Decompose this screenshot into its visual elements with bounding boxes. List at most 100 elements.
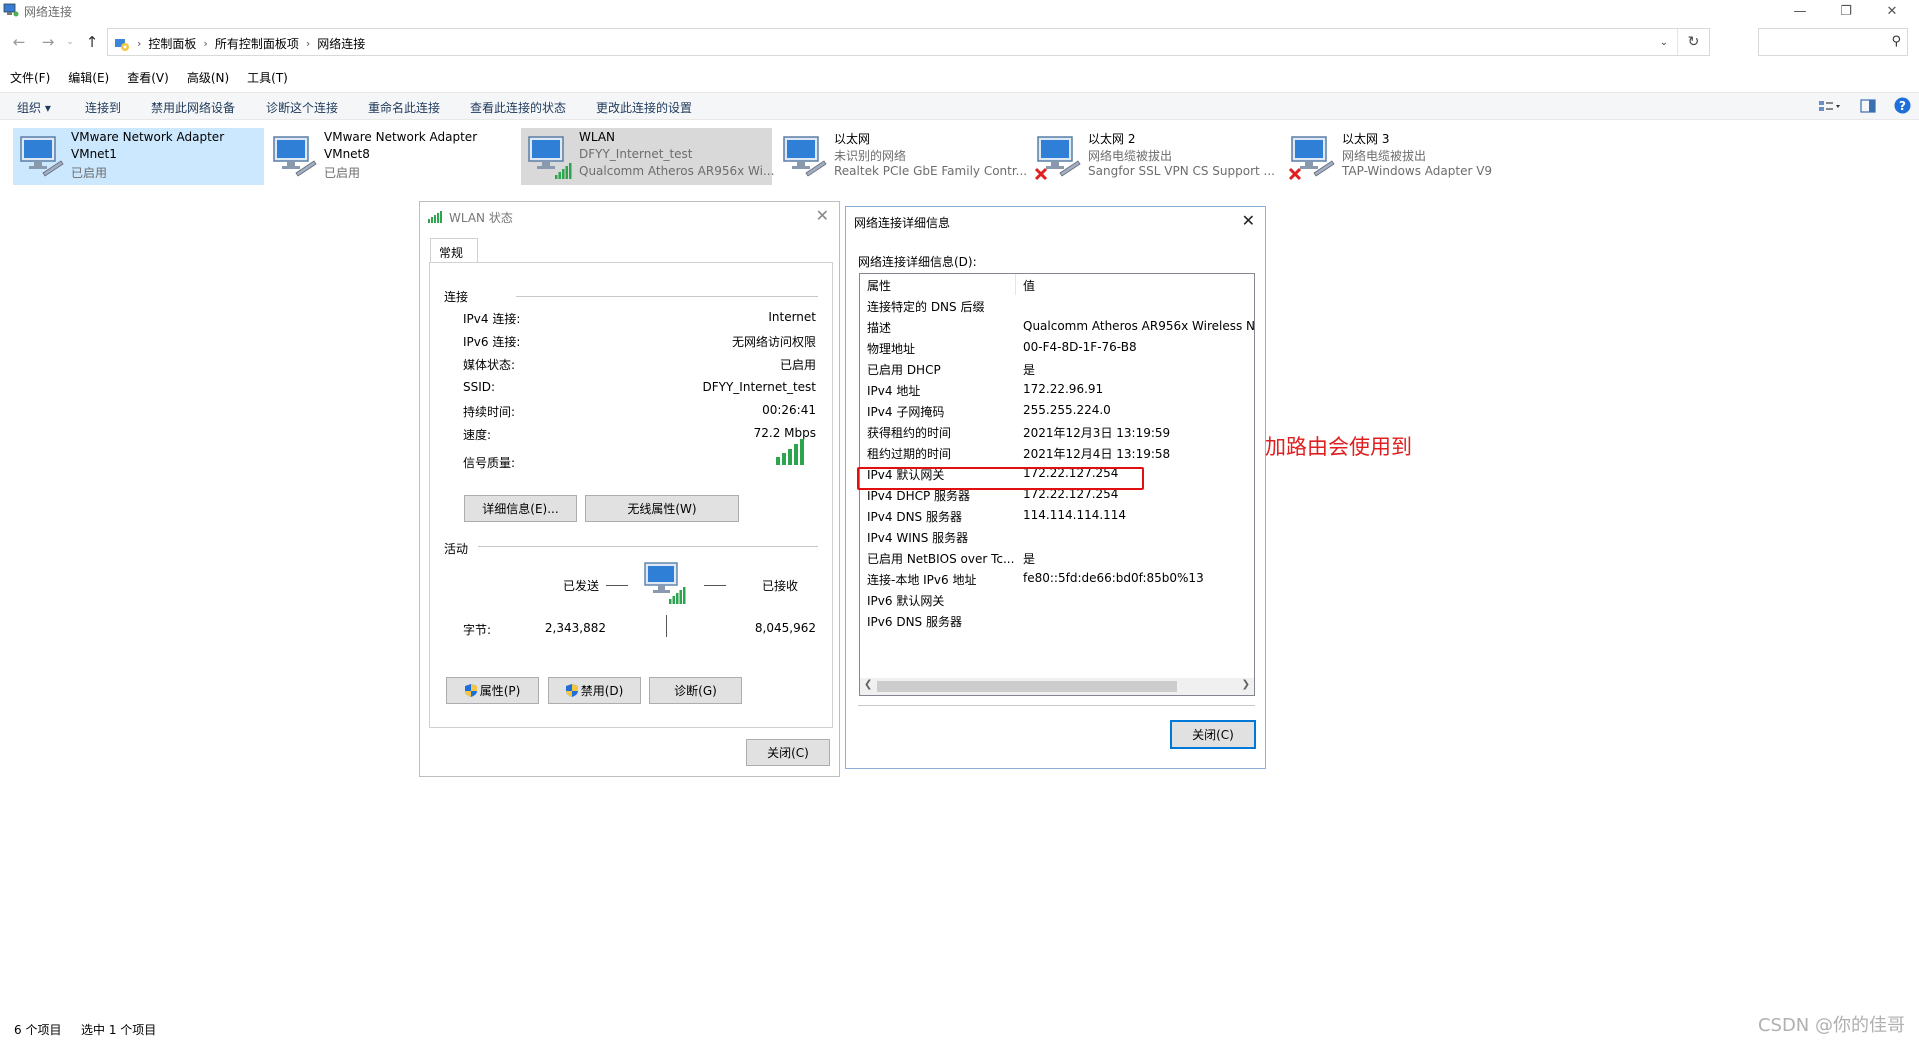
restore-button[interactable]: ❐ xyxy=(1823,0,1869,22)
network-adapter-unplugged-icon xyxy=(1288,136,1335,181)
bytes-label: 字节: xyxy=(463,623,492,637)
disable-device-button[interactable]: 禁用此网络设备 xyxy=(151,99,235,116)
adapter-vmnet1[interactable]: VMware Network Adapter VMnet1 已启用 xyxy=(13,128,264,185)
detail-value: 172.22.96.91 xyxy=(1023,382,1104,396)
detail-row[interactable]: 租约过期的时间 2021年12月4日 13:19:58 xyxy=(860,442,1254,463)
detail-value: 00-F4-8D-1F-76-B8 xyxy=(1023,340,1137,354)
detail-row[interactable]: 已启用 NetBIOS over Tc... 是 xyxy=(860,547,1254,568)
menu-view[interactable]: 查看(V) xyxy=(117,66,177,88)
bytes-divider xyxy=(666,615,667,637)
adapter-device: 已启用 xyxy=(324,166,361,180)
refresh-icon[interactable]: ↻ xyxy=(1677,29,1709,55)
disable-button[interactable]: 禁用(D) xyxy=(548,677,641,704)
detail-row[interactable]: IPv4 子网掩码 255.255.224.0 xyxy=(860,400,1254,421)
detail-value: 2021年12月4日 13:19:58 xyxy=(1023,447,1171,461)
address-dropdown-chevron-icon[interactable]: ⌄ xyxy=(1655,34,1673,52)
uac-shield-icon xyxy=(464,684,477,697)
address-bar[interactable]: › 控制面板 › 所有控制面板项 › 网络连接 ⌄ ↻ xyxy=(107,28,1710,56)
dialog-title: 网络连接详细信息 xyxy=(854,216,951,230)
properties-button[interactable]: 属性(P) xyxy=(446,677,539,704)
adapter-wlan[interactable]: WLAN DFYY_Internet_test Qualcomm Atheros… xyxy=(521,128,774,185)
search-input[interactable]: ⚲ xyxy=(1758,28,1908,56)
rename-connection-button[interactable]: 重命名此连接 xyxy=(368,99,440,116)
adapter-vmnet8[interactable]: VMware Network Adapter VMnet8 已启用 xyxy=(266,128,517,185)
adapter-network: VMnet1 xyxy=(71,147,117,161)
diagnose-button[interactable]: 诊断(G) xyxy=(649,677,742,704)
adapter-ethernet-2[interactable]: 以太网 2 网络电缆被拔出 Sangfor SSL VPN CS Support… xyxy=(1030,128,1281,185)
diagnose-connection-button[interactable]: 诊断这个连接 xyxy=(266,99,338,116)
network-adapter-icon xyxy=(273,136,317,177)
close-button[interactable]: 关闭(C) xyxy=(746,739,830,766)
detail-row[interactable]: IPv4 WINS 服务器 xyxy=(860,526,1254,547)
scroll-right-icon[interactable]: ❯ xyxy=(1242,679,1250,690)
detail-row[interactable]: IPv6 默认网关 xyxy=(860,589,1254,610)
help-icon[interactable]: ? xyxy=(1894,97,1911,114)
change-view-icon[interactable] xyxy=(1818,99,1842,113)
detail-property: 已启用 DHCP xyxy=(867,363,941,377)
minimize-button[interactable]: — xyxy=(1777,0,1823,22)
forward-arrow-icon[interactable]: → xyxy=(38,32,58,52)
menu-tools[interactable]: 工具(T) xyxy=(237,66,296,88)
detail-row[interactable]: 物理地址 00-F4-8D-1F-76-B8 xyxy=(860,337,1254,358)
detail-property: IPv6 默认网关 xyxy=(867,594,945,608)
column-separator[interactable] xyxy=(1015,274,1016,295)
menu-file[interactable]: 文件(F) xyxy=(0,66,58,88)
column-header-property[interactable]: 属性 xyxy=(867,277,1017,294)
horizontal-scrollbar[interactable]: ❮ ❯ xyxy=(860,678,1254,695)
adapter-ethernet[interactable]: 以太网 未识别的网络 Realtek PCIe GbE Family Contr… xyxy=(776,128,1027,185)
signal-quality-label: 信号质量: xyxy=(463,456,516,470)
divider xyxy=(516,296,818,297)
bytes-sent-value: 2,343,882 xyxy=(544,621,606,635)
gateway-highlight-box xyxy=(857,467,1144,490)
detail-row[interactable]: 连接-本地 IPv6 地址 fe80::5fd:de66:bd0f:85b0%13 xyxy=(860,568,1254,589)
search-icon[interactable]: ⚲ xyxy=(1891,34,1901,49)
adapter-network: VMnet8 xyxy=(324,147,370,161)
details-close-button[interactable]: 关闭(C) xyxy=(1170,720,1256,749)
view-status-button[interactable]: 查看此连接的状态 xyxy=(470,99,566,116)
status-bar: 6 个项目 选中 1 个项目 xyxy=(0,1018,1919,1041)
adapter-ethernet-3[interactable]: 以太网 3 网络电缆被拔出 TAP-Windows Adapter V9 xyxy=(1284,128,1535,185)
column-header-value[interactable]: 值 xyxy=(1023,277,1035,294)
organize-button[interactable]: 组织 ▾ xyxy=(17,99,51,116)
detail-row[interactable]: 已启用 DHCP 是 xyxy=(860,358,1254,379)
change-settings-button[interactable]: 更改此连接的设置 xyxy=(596,99,692,116)
preview-pane-icon[interactable] xyxy=(1860,98,1876,113)
connect-to-button[interactable]: 连接到 xyxy=(85,99,121,116)
detail-row[interactable]: IPv4 DNS 服务器 114.114.114.114 xyxy=(860,505,1254,526)
detail-property: 连接-本地 IPv6 地址 xyxy=(867,573,977,587)
adapter-name: VMware Network Adapter xyxy=(71,130,225,144)
close-icon[interactable]: ✕ xyxy=(1242,211,1255,230)
breadcrumb-network-connections[interactable]: 网络连接 xyxy=(317,35,365,52)
detail-property: 租约过期的时间 xyxy=(867,447,952,461)
breadcrumb-all-items[interactable]: 所有控制面板项 xyxy=(215,35,299,52)
detail-row[interactable]: IPv6 DNS 服务器 xyxy=(860,610,1254,631)
scrollbar-thumb[interactable] xyxy=(877,681,1177,692)
detail-property: IPv4 地址 xyxy=(867,384,921,398)
duration-label: 持续时间: xyxy=(463,405,516,419)
close-window-button[interactable]: ✕ xyxy=(1869,0,1915,22)
received-line xyxy=(704,585,726,586)
details-button[interactable]: 详细信息(E)... xyxy=(464,495,577,522)
wireless-properties-button[interactable]: 无线属性(W) xyxy=(585,495,739,522)
detail-row[interactable]: 获得租约的时间 2021年12月3日 13:19:59 xyxy=(860,421,1254,442)
scroll-left-icon[interactable]: ❮ xyxy=(864,679,872,690)
detail-value: 是 xyxy=(1023,552,1036,566)
detail-row[interactable]: IPv4 地址 172.22.96.91 xyxy=(860,379,1254,400)
detail-property: IPv4 WINS 服务器 xyxy=(867,531,969,545)
menu-edit[interactable]: 编辑(E) xyxy=(58,66,117,88)
close-icon[interactable]: ✕ xyxy=(816,206,829,225)
menu-advanced[interactable]: 高级(N) xyxy=(177,66,237,88)
breadcrumb-control-panel[interactable]: 控制面板 xyxy=(148,35,196,52)
detail-row[interactable]: 连接特定的 DNS 后缀 xyxy=(860,295,1254,316)
back-arrow-icon[interactable]: ← xyxy=(9,32,29,52)
up-arrow-icon[interactable]: ↑ xyxy=(82,32,102,52)
breadcrumb: › 控制面板 › 所有控制面板项 › 网络连接 xyxy=(114,35,365,52)
tab-general[interactable]: 常规 xyxy=(430,238,478,262)
network-connections-window: 网络连接 — ❐ ✕ ← → ⌄ ↑ › 控制面板 › 所有控制面板项 › 网络… xyxy=(0,0,1919,1041)
speed-label: 速度: xyxy=(463,428,492,442)
control-panel-icon xyxy=(115,38,129,51)
wlan-status-dialog: WLAN 状态 ✕ 常规 连接 IPv4 连接: Internet IPv6 连… xyxy=(419,201,840,777)
detail-row[interactable]: 描述 Qualcomm Atheros AR956x Wireless Ne xyxy=(860,316,1254,337)
sent-line xyxy=(606,585,628,586)
recent-locations-chevron-icon[interactable]: ⌄ xyxy=(60,32,80,52)
